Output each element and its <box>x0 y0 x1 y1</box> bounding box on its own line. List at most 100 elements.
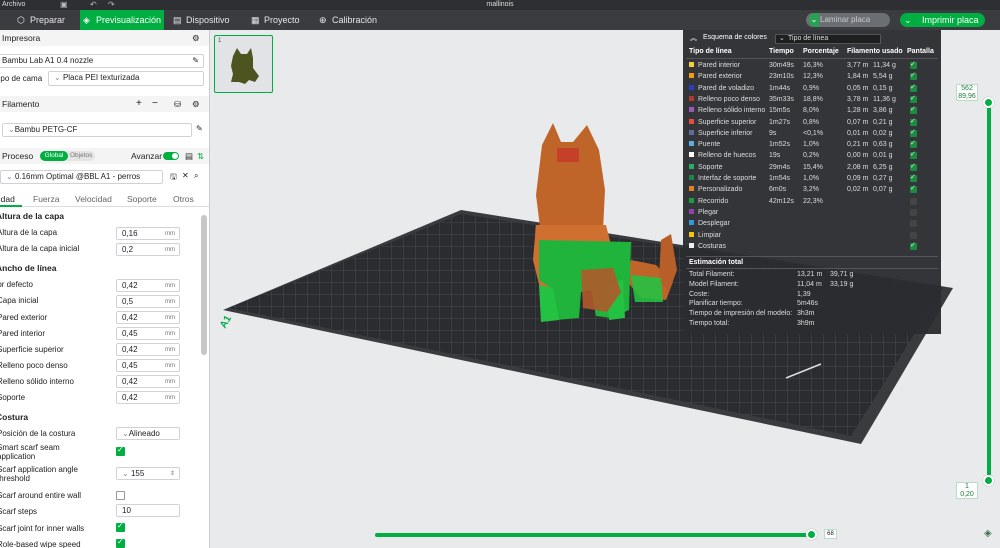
line-type-row: Superficie superior 1m27s 0,8% 0,07 m 0,21 g <box>683 117 941 129</box>
line-type-row: Relleno de huecos 19s 0,2% 0,00 m 0,01 g <box>683 150 941 162</box>
setting-label: Relleno sólido interno <box>0 377 74 386</box>
line-width-internal-solid-input[interactable]: 0,42 mm <box>116 375 180 388</box>
scarf-around-checkbox[interactable] <box>116 491 125 500</box>
seam-position-select[interactable]: ⌄Alineado <box>116 427 180 440</box>
row-m: 0,00 m <box>847 152 869 160</box>
setting-value: 155 <box>130 469 145 478</box>
layer-height-input[interactable]: 0,16 mm <box>116 227 180 240</box>
initial-layer-height-input[interactable]: 0,2 mm <box>116 243 180 256</box>
sync-icon[interactable]: ⛁ <box>174 96 181 112</box>
display-checkbox[interactable] <box>910 162 917 171</box>
filament-section-label: Filamento <box>2 99 40 109</box>
close-icon[interactable]: ✕ <box>182 171 189 180</box>
filter-icon[interactable]: ⇅ <box>197 148 204 164</box>
process-section-label: Proceso <box>2 151 34 161</box>
slice-label: Laminar placa <box>820 15 871 24</box>
slice-plate-button[interactable]: ⌄ Laminar placa <box>806 13 890 27</box>
plate-thumbnail[interactable]: 1 <box>214 35 273 93</box>
toggle-global[interactable]: Global <box>40 151 68 161</box>
chevron-down-icon[interactable]: ⌄ <box>904 13 912 27</box>
tab-dispositivo[interactable]: ▤ Dispositivo <box>170 10 238 30</box>
display-checkbox[interactable] <box>910 94 917 103</box>
layer-slider-top-handle[interactable] <box>983 97 994 108</box>
scarf-angle-stepper[interactable]: ⌄ 155 ⇕ <box>116 467 180 480</box>
subtab-otros[interactable]: Otros <box>173 194 194 204</box>
gear-icon[interactable]: ⚙ <box>192 96 200 112</box>
line-width-initial-input[interactable]: 0,5 mm <box>116 295 180 308</box>
stepper-arrows-icon[interactable]: ⇕ <box>170 469 175 480</box>
scarf-inner-walls-checkbox[interactable] <box>116 521 125 532</box>
chevron-down-icon[interactable]: ⌄ <box>809 13 819 27</box>
setting-label: Capa inicial <box>0 296 39 305</box>
display-checkbox[interactable] <box>910 83 917 92</box>
settings-scrollbar[interactable] <box>201 215 207 355</box>
advanced-toggle[interactable] <box>163 152 179 160</box>
line-type-row: Relleno poco denso 35m33s 18,8% 3,78 m 11,36… <box>683 94 941 106</box>
view-type-select[interactable]: ⌄ Tipo de línea <box>775 34 881 44</box>
layer-slider[interactable] <box>987 102 991 480</box>
subtab-velocidad[interactable]: Velocidad <box>75 194 112 204</box>
row-g: 0,21 g <box>873 118 893 126</box>
display-checkbox[interactable] <box>910 173 917 182</box>
printer-select[interactable]: Bambu Lab A1 0.4 nozzle ✎ <box>0 54 204 68</box>
line-width-default-input[interactable]: 0,42 mm <box>116 279 180 292</box>
display-checkbox[interactable] <box>910 128 917 137</box>
subtab-calidad[interactable]: Calidad <box>0 194 15 204</box>
filament-select[interactable]: ⌄Bambu PETG-CF <box>2 123 192 137</box>
edit-icon[interactable]: ✎ <box>192 55 199 66</box>
edit-icon[interactable]: ✎ <box>196 124 203 133</box>
line-width-inner-wall-input[interactable]: 0,45 mm <box>116 327 180 340</box>
scarf-steps-input[interactable]: 10 <box>116 504 180 517</box>
save-preset-icon[interactable]: 🖫 <box>170 171 177 185</box>
tab-proyecto[interactable]: ▦ Proyecto <box>248 10 308 30</box>
move-slider[interactable] <box>375 533 812 537</box>
compare-icon[interactable]: ▤ <box>185 148 193 164</box>
settings-panel: Impresora ⚙ Bambu Lab A1 0.4 nozzle ✎ Ti… <box>0 30 210 548</box>
process-preset-select[interactable]: ⌄ 0.16mm Optimal @BBL A1 - perros <box>0 170 163 184</box>
setting-label: Pared exterior <box>0 313 48 322</box>
layer-top-height: 89,96 <box>958 93 976 100</box>
display-checkbox[interactable] <box>910 60 917 69</box>
display-checkbox[interactable] <box>910 231 917 239</box>
add-icon[interactable]: + <box>136 96 142 112</box>
smart-scarf-checkbox[interactable] <box>116 445 125 456</box>
unit-label: mm <box>165 315 175 321</box>
gear-icon[interactable]: ⚙ <box>192 30 200 46</box>
tab-previsualizacion[interactable]: ◈ Previsualización <box>80 10 164 30</box>
line-width-outer-wall-input[interactable]: 0,42 mm <box>116 311 180 324</box>
toggle-objects[interactable]: Objetos <box>70 151 92 161</box>
print-plate-button[interactable]: ⌄ Imprimir placa <box>900 13 985 27</box>
layers-icon[interactable]: ◈ <box>984 528 992 539</box>
unit-label: mm <box>165 283 175 289</box>
role-wipe-speed-checkbox[interactable] <box>116 537 125 548</box>
line-width-top-surface-input[interactable]: 0,42 mm <box>116 343 180 356</box>
layer-slider-bottom-handle[interactable] <box>983 475 994 486</box>
view-type-value: Tipo de línea <box>788 35 829 42</box>
display-checkbox[interactable] <box>910 220 917 228</box>
search-icon[interactable]: ⌕ <box>194 171 198 181</box>
row-time: 35m33s <box>769 95 794 103</box>
bed-type-select[interactable]: ⌄ Placa PEI texturizada <box>48 71 204 86</box>
subtab-soporte[interactable]: Soporte <box>127 194 157 204</box>
layer-slider-track[interactable] <box>987 102 991 480</box>
row-m: 3,77 m <box>847 62 869 69</box>
display-checkbox[interactable] <box>910 105 917 115</box>
collapse-icon[interactable]: ︽ <box>690 33 697 43</box>
display-checkbox[interactable] <box>910 197 917 205</box>
display-checkbox[interactable] <box>910 150 917 160</box>
tab-preparar[interactable]: ⬡ Preparar <box>14 10 76 30</box>
remove-icon[interactable]: − <box>152 96 158 112</box>
display-checkbox[interactable] <box>910 139 917 149</box>
display-checkbox[interactable] <box>910 117 917 126</box>
display-checkbox[interactable] <box>910 184 917 194</box>
display-checkbox[interactable] <box>910 208 917 216</box>
display-checkbox[interactable] <box>910 241 917 250</box>
tab-calibracion[interactable]: ⊕ Calibración <box>316 10 384 30</box>
subtab-fuerza[interactable]: Fuerza <box>33 194 59 204</box>
display-checkbox[interactable] <box>910 71 917 81</box>
setting-value: 0,5 <box>122 297 134 306</box>
global-objects-toggle[interactable]: Global Objetos <box>40 151 95 161</box>
move-slider-handle[interactable] <box>806 529 817 540</box>
line-width-support-input[interactable]: 0,42 mm <box>116 391 180 404</box>
line-width-sparse-infill-input[interactable]: 0,45 mm <box>116 359 180 372</box>
